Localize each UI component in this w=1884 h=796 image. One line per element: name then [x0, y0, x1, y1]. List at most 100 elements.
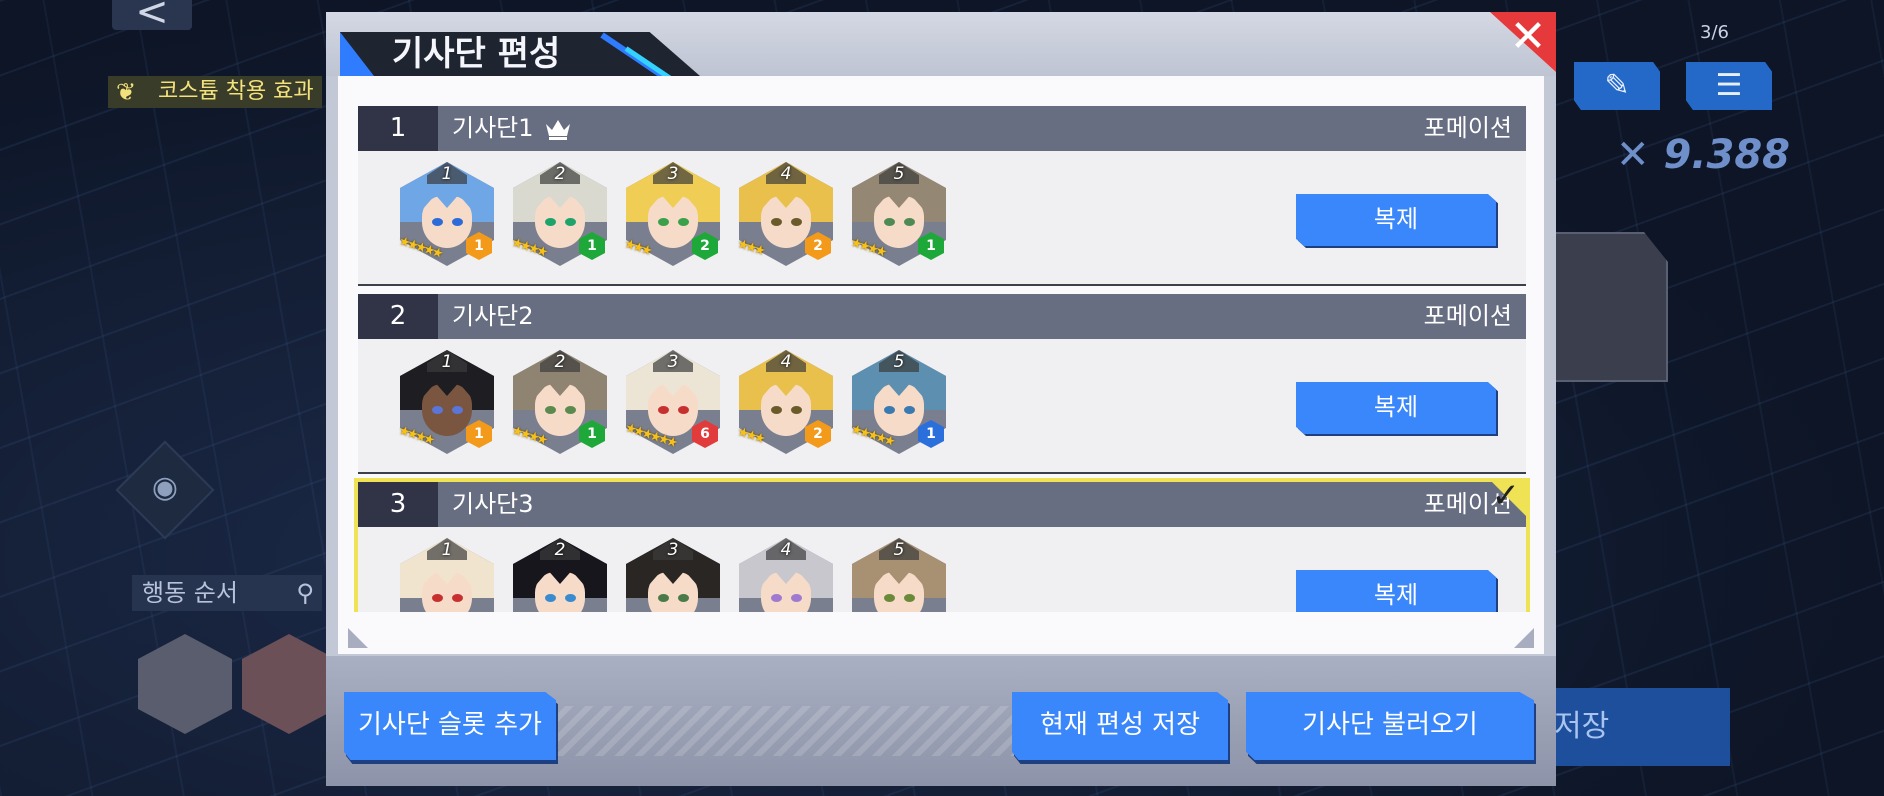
member-portrait[interactable]: 4 — [739, 538, 833, 612]
portrait-eye — [658, 594, 669, 602]
close-icon[interactable]: ✕ — [1506, 12, 1550, 62]
duplicate-button[interactable]: 복제 — [1296, 382, 1496, 434]
corner-decoration — [348, 628, 368, 648]
member-portrait[interactable]: 4 ★★★ 2 — [735, 350, 833, 454]
slot-number: 3 — [667, 352, 679, 372]
slot-number: 4 — [780, 352, 792, 372]
save-current-formation-button[interactable]: 현재 편성 저장 — [1012, 692, 1228, 760]
slot-number: 5 — [893, 352, 905, 372]
dialog-title: 기사단 편성 — [392, 34, 561, 74]
costume-effect-badge[interactable]: ❦ 코스튬 착용 효과 — [108, 76, 322, 108]
dialog-footer: 기사단 슬롯 추가 현재 편성 저장 기사단 불러오기 — [326, 656, 1556, 786]
edit-icon[interactable]: ✎ — [1574, 62, 1660, 110]
team-row[interactable]: 2 기사단2 포메이션 1 ★★★★ 1 2 ★★★★ 1 3 ★★★★★★ 6 4 ★★★ 2 5 ★★★★★… — [358, 294, 1526, 474]
action-order-bar[interactable]: 행동 순서 ⚲ — [132, 575, 322, 611]
slot-number: 3 — [667, 540, 679, 560]
slot-number: 3 — [667, 164, 679, 184]
check-icon: ✓ — [1491, 476, 1521, 516]
duplicate-button[interactable]: 복제 — [1296, 194, 1496, 246]
portrait-eye — [791, 218, 802, 226]
portrait-eye — [678, 406, 689, 414]
load-team-button[interactable]: 기사단 불러오기 — [1246, 692, 1534, 760]
slot-number: 5 — [893, 164, 905, 184]
dialog-header: 기사단 편성 ✕ — [326, 12, 1556, 101]
member-portrait[interactable]: 2 — [513, 538, 607, 612]
team-list[interactable]: 1 기사단1 포메이션 1 ★★★★★ 1 2 ★★★★ 1 3 ★★★ 2 4 ★★★ 2 5 ★★★★ 1 복제… — [338, 76, 1544, 654]
team-row[interactable]: 1 기사단1 포메이션 1 ★★★★★ 1 2 ★★★★ 1 3 ★★★ 2 4 ★★★ 2 5 ★★★★ 1 복제 — [358, 106, 1526, 286]
eye-icon: ◉ — [151, 470, 179, 505]
save-button-bg[interactable]: 저장 — [1540, 688, 1730, 766]
portrait-eye — [545, 406, 556, 414]
team-list-scroll[interactable]: 1 기사단1 포메이션 1 ★★★★★ 1 2 ★★★★ 1 3 ★★★ 2 4 ★★★ 2 5 ★★★★ 1 복제… — [338, 76, 1544, 612]
slot-number: 1 — [441, 164, 453, 184]
portrait-eye — [545, 218, 556, 226]
portrait-eye — [791, 406, 802, 414]
slot-number: 2 — [554, 164, 566, 184]
team-number: 3 — [358, 482, 438, 527]
back-button[interactable]: < — [112, 0, 192, 32]
portrait-eye — [904, 218, 915, 226]
add-slot-button[interactable]: 기사단 슬롯 추가 — [344, 692, 556, 760]
portrait-eye — [771, 406, 782, 414]
member-list: 1 ★★★★ 1 2 ★★★★ 1 3 ★★★★★★ 6 4 ★★★ 2 5 ★★★★★ 1 — [397, 350, 1000, 460]
member-portrait[interactable]: 4 ★★★ 2 — [735, 162, 833, 266]
slot-number: 5 — [893, 540, 905, 560]
portrait-eye — [565, 594, 576, 602]
portrait-eye — [452, 218, 463, 226]
portrait-eye — [884, 218, 895, 226]
action-order-label: 행동 순서 — [142, 579, 238, 607]
corner-decoration — [1514, 628, 1534, 648]
search-icon: ⚲ — [296, 579, 314, 607]
formation-button[interactable]: 포메이션 — [1424, 106, 1512, 151]
member-portrait[interactable]: 1 — [400, 538, 494, 612]
crown-icon — [544, 116, 572, 140]
slot-number: 4 — [780, 164, 792, 184]
member-portrait[interactable]: 3 — [626, 538, 720, 612]
portrait-eye — [658, 406, 669, 414]
portrait-eye — [678, 218, 689, 226]
team-row[interactable]: 3 기사단3 포메이션 ✓ 1 2 3 4 5 복제 — [354, 476, 1530, 612]
slot-number: 1 — [441, 540, 453, 560]
team-name: 기사단3 — [452, 490, 534, 518]
slot-number: 2 — [554, 352, 566, 372]
member-portrait[interactable]: 5 — [852, 538, 946, 612]
portrait-eye — [452, 594, 463, 602]
row-divider — [358, 472, 1526, 474]
portrait-eye — [565, 406, 576, 414]
row-divider — [358, 284, 1526, 286]
duplicate-button[interactable]: 복제 — [1296, 570, 1496, 612]
portrait-eye — [565, 218, 576, 226]
member-portrait[interactable]: 2 ★★★★ 1 — [510, 162, 607, 266]
member-portrait[interactable]: 1 ★★★★ 1 — [397, 350, 494, 454]
team-header: 3 기사단3 포메이션 ✓ — [358, 476, 1528, 527]
team-number: 1 — [358, 106, 438, 151]
team-header: 1 기사단1 포메이션 — [358, 106, 1526, 151]
member-portrait[interactable]: 2 ★★★★ 1 — [510, 350, 607, 454]
team-formation-dialog: 기사단 편성 ✕ 1 기사단1 포메이션 1 ★★★★★ 1 2 ★★★★ 1 3 ★★★ 2 4 ★★★… — [326, 12, 1556, 786]
member-list: 1 ★★★★★ 1 2 ★★★★ 1 3 ★★★ 2 4 ★★★ 2 5 ★★★★ 1 — [397, 162, 1000, 272]
formation-button[interactable]: 포메이션 — [1424, 294, 1512, 339]
team-name: 기사단1 — [452, 114, 534, 142]
combat-power: ✕ 9.388 — [1616, 132, 1790, 178]
combat-power-value: 9.388 — [1663, 132, 1790, 178]
portrait-eye — [791, 594, 802, 602]
member-portrait[interactable]: 3 ★★★ 2 — [622, 162, 720, 266]
member-portrait[interactable]: 1 ★★★★★ 1 — [397, 162, 494, 266]
member-portrait[interactable]: 5 ★★★★★ 1 — [849, 350, 946, 454]
portrait-eye — [904, 594, 915, 602]
portrait-eye — [545, 594, 556, 602]
costume-effect-label: 코스튬 착용 효과 — [158, 79, 314, 104]
menu-icon[interactable]: ☰ — [1686, 62, 1772, 110]
team-number: 2 — [358, 294, 438, 339]
member-portrait[interactable]: 5 ★★★★ 1 — [849, 162, 946, 266]
page-indicator: 3/6 — [1700, 22, 1729, 43]
portrait-eye — [452, 406, 463, 414]
slot-number: 1 — [441, 352, 453, 372]
member-portrait[interactable]: 3 ★★★★★★ 6 — [623, 350, 720, 454]
team-name: 기사단2 — [452, 302, 534, 330]
portrait-eye — [432, 594, 443, 602]
portrait-eye — [432, 406, 443, 414]
portrait-eye — [904, 406, 915, 414]
portrait-eye — [432, 218, 443, 226]
portrait-eye — [771, 594, 782, 602]
